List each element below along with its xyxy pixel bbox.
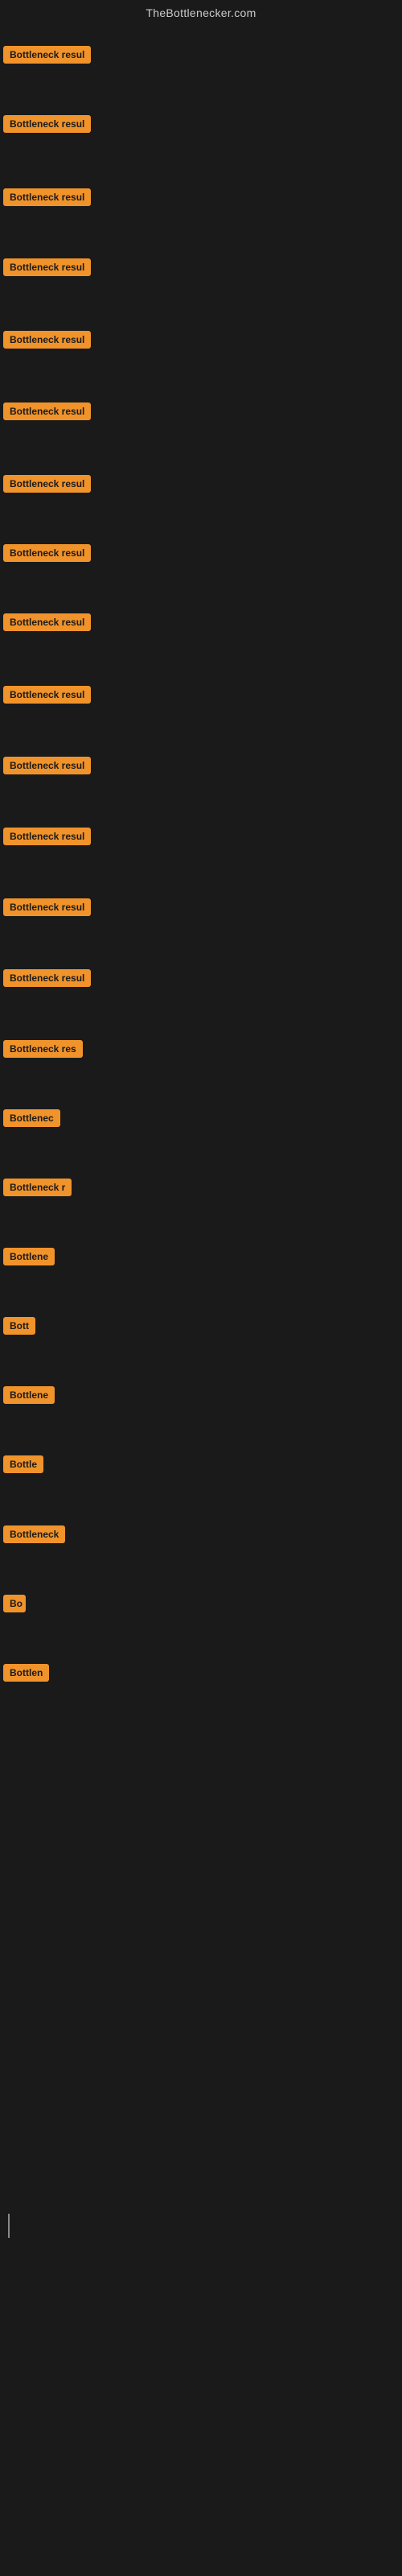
bottleneck-badge-21[interactable]: Bottle (3, 1455, 43, 1473)
bottleneck-badge-11[interactable]: Bottleneck resul (3, 757, 91, 774)
bottleneck-badge-6[interactable]: Bottleneck resul (3, 402, 91, 420)
bottleneck-badge-22[interactable]: Bottleneck (3, 1525, 65, 1543)
result-row: Bottlenec (3, 1109, 60, 1131)
result-row: Bottle (3, 1455, 43, 1477)
result-row: Bottlen (3, 1664, 49, 1686)
result-row: Bottleneck resul (3, 898, 91, 920)
result-row: Bottleneck res (3, 1040, 83, 1062)
bottleneck-badge-10[interactable]: Bottleneck resul (3, 686, 91, 704)
result-row: Bottleneck resul (3, 188, 91, 210)
bottleneck-badge-17[interactable]: Bottleneck r (3, 1179, 72, 1196)
bottleneck-badge-5[interactable]: Bottleneck resul (3, 331, 91, 349)
bottleneck-badge-7[interactable]: Bottleneck resul (3, 475, 91, 493)
bottleneck-badge-23[interactable]: Bo (3, 1595, 26, 1612)
result-row: Bottleneck resul (3, 757, 91, 778)
result-row: Bottleneck resul (3, 115, 91, 137)
result-row: Bottlene (3, 1386, 55, 1408)
bottleneck-badge-12[interactable]: Bottleneck resul (3, 828, 91, 845)
bottleneck-badge-13[interactable]: Bottleneck resul (3, 898, 91, 916)
result-row: Bottlene (3, 1248, 55, 1269)
bottleneck-badge-2[interactable]: Bottleneck resul (3, 115, 91, 133)
bottleneck-badge-20[interactable]: Bottlene (3, 1386, 55, 1404)
result-row: Bottleneck r (3, 1179, 72, 1200)
bottleneck-badge-19[interactable]: Bott (3, 1317, 35, 1335)
result-row: Bottleneck (3, 1525, 65, 1547)
result-row: Bottleneck resul (3, 686, 91, 708)
bottleneck-badge-16[interactable]: Bottlenec (3, 1109, 60, 1127)
bottleneck-badge-8[interactable]: Bottleneck resul (3, 544, 91, 562)
bottleneck-badge-18[interactable]: Bottlene (3, 1248, 55, 1265)
bottleneck-badge-9[interactable]: Bottleneck resul (3, 613, 91, 631)
result-row: Bottleneck resul (3, 613, 91, 635)
bottleneck-badge-3[interactable]: Bottleneck resul (3, 188, 91, 206)
result-row: Bottleneck resul (3, 969, 91, 991)
result-row: Bottleneck resul (3, 544, 91, 566)
result-row: Bo (3, 1595, 26, 1616)
result-row: Bottleneck resul (3, 828, 91, 849)
result-row: Bott (3, 1317, 35, 1339)
result-row: Bottleneck resul (3, 402, 91, 424)
bottleneck-badge-1[interactable]: Bottleneck resul (3, 46, 91, 64)
result-row: Bottleneck resul (3, 331, 91, 353)
result-row: Bottleneck resul (3, 46, 91, 68)
result-row: Bottleneck resul (3, 258, 91, 280)
cursor (8, 2214, 10, 2238)
bottleneck-badge-14[interactable]: Bottleneck resul (3, 969, 91, 987)
bottleneck-badge-24[interactable]: Bottlen (3, 1664, 49, 1682)
site-title: TheBottlenecker.com (0, 0, 402, 23)
bottleneck-badge-4[interactable]: Bottleneck resul (3, 258, 91, 276)
bottleneck-badge-15[interactable]: Bottleneck res (3, 1040, 83, 1058)
result-row: Bottleneck resul (3, 475, 91, 497)
